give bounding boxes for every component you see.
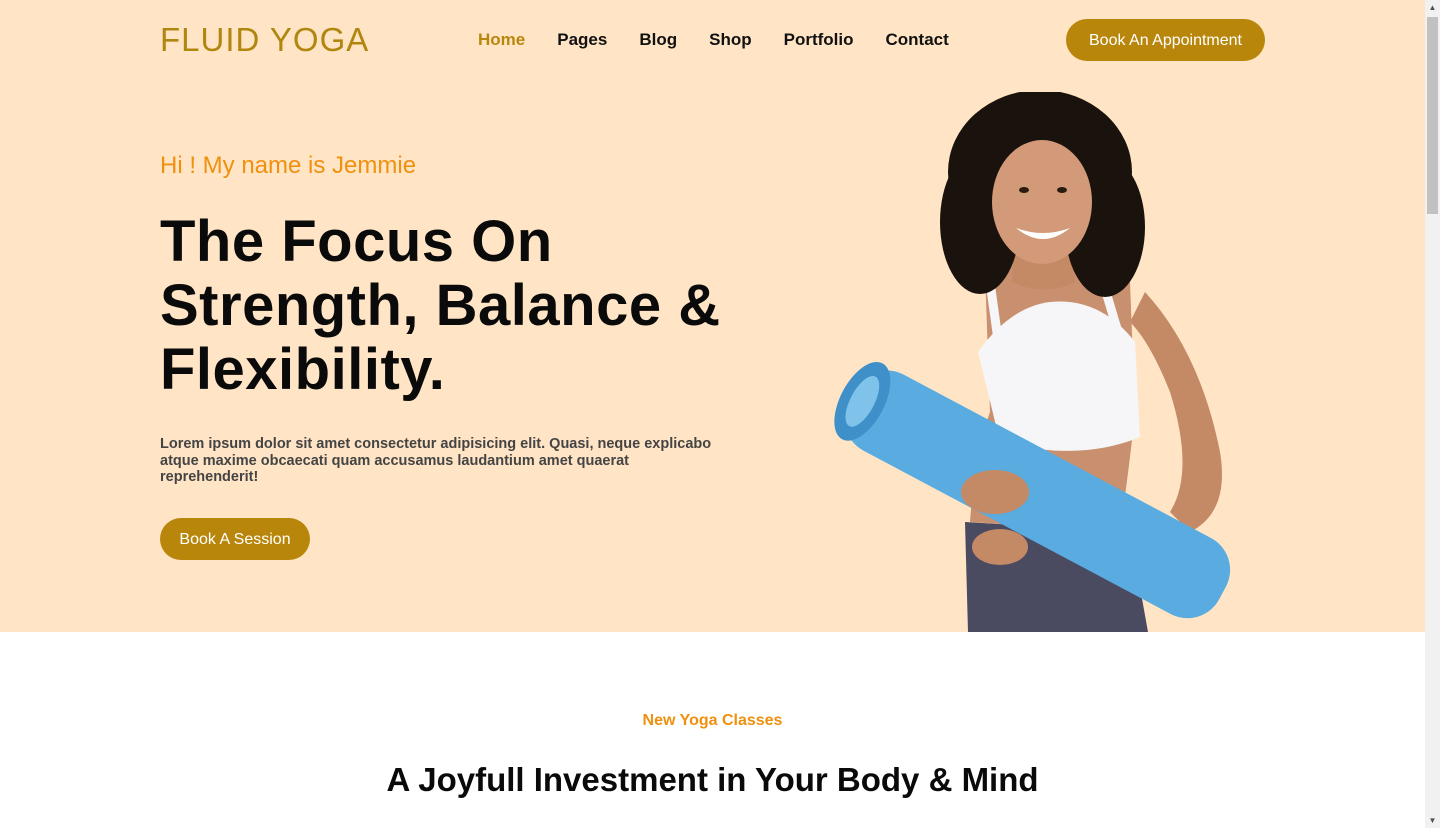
hero-lead-text: Lorem ipsum dolor sit amet consectetur a… [160, 436, 712, 485]
classes-tag: New Yoga Classes [642, 712, 783, 729]
book-appointment-button[interactable]: Book An Appointment [1066, 19, 1265, 61]
nav-item-pages[interactable]: Pages [541, 26, 623, 54]
headline-line-3: Flexibility. [160, 337, 446, 402]
nav-item-portfolio[interactable]: Portfolio [768, 26, 870, 54]
book-session-button[interactable]: Book A Session [160, 518, 310, 560]
scroll-up-arrow-icon[interactable]: ▲ [1425, 0, 1440, 15]
hero-headline: The Focus On Strength, Balance & Flexibi… [160, 210, 760, 402]
headline-line-2: Strength, Balance & [160, 273, 721, 338]
hero-section: FLUID YOGA Home Pages Blog Shop Portfoli… [0, 0, 1425, 632]
page-scrollbar[interactable]: ▲ ▼ [1425, 0, 1440, 828]
nav-item-shop[interactable]: Shop [693, 26, 768, 54]
scrollbar-thumb[interactable] [1427, 17, 1438, 214]
main-nav: Home Pages Blog Shop Portfolio Contact [462, 26, 965, 54]
nav-item-blog[interactable]: Blog [623, 26, 693, 54]
classes-section-title: A Joyfull Investment in Your Body & Mind [386, 761, 1039, 798]
yoga-woman-with-mat-image [834, 92, 1231, 632]
scroll-down-arrow-icon[interactable]: ▼ [1425, 813, 1440, 828]
headline-line-1: The Focus On [160, 209, 553, 274]
page: FLUID YOGA Home Pages Blog Shop Portfoli… [0, 0, 1425, 828]
nav-item-home[interactable]: Home [462, 26, 541, 54]
nav-item-contact[interactable]: Contact [870, 26, 965, 54]
hero-greeting: Hi ! My name is Jemmie [160, 152, 417, 179]
site-logo[interactable]: FLUID YOGA [160, 20, 369, 60]
